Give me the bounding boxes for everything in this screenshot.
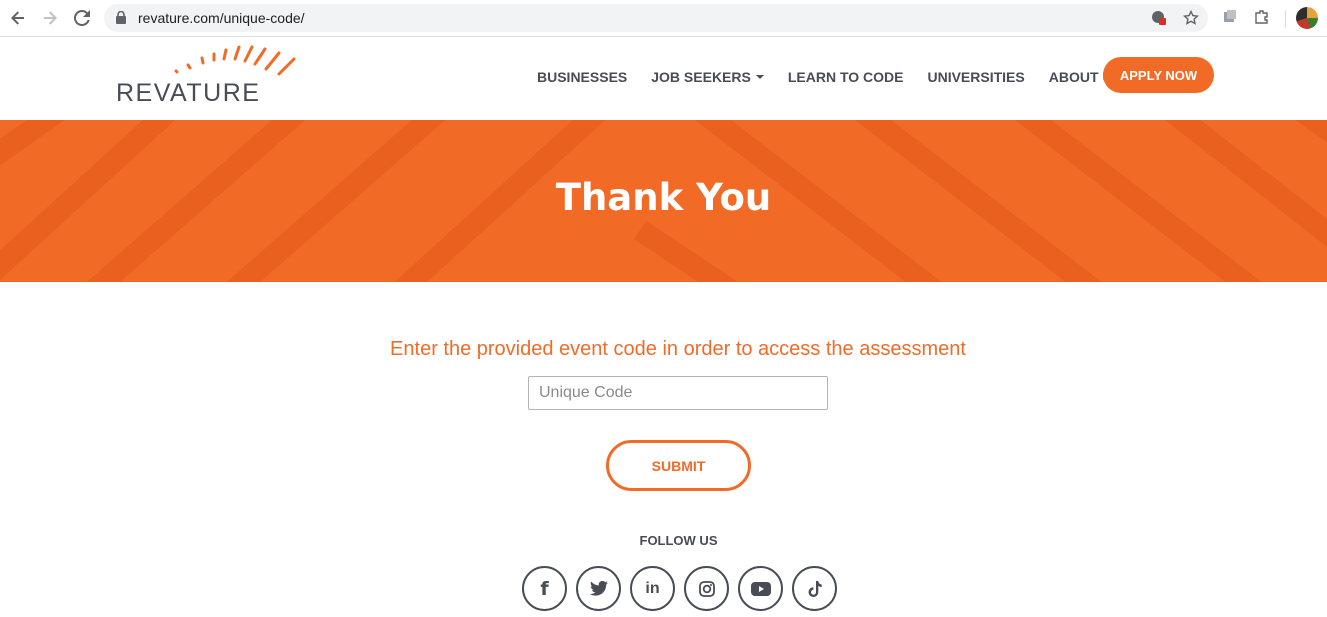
twitter-link[interactable] [576, 566, 621, 611]
facebook-link[interactable]: f [522, 566, 567, 611]
apply-now-button[interactable]: APPLY NOW [1103, 57, 1214, 93]
linkedin-link[interactable]: in [630, 566, 675, 611]
nav-businesses[interactable]: BUSINESSES [537, 69, 627, 85]
profile-avatar[interactable] [1296, 7, 1318, 29]
nav-label: BUSINESSES [537, 69, 628, 85]
nav-label: JOB SEEKERS [651, 69, 751, 85]
extension-icon[interactable] [1222, 9, 1240, 27]
address-bar[interactable]: revature.com/unique-code/ [104, 4, 1208, 32]
caret-down-icon [755, 75, 764, 79]
url-text: revature.com/unique-code/ [138, 10, 305, 26]
follow-us-label: FOLLOW US [639, 533, 718, 548]
nav-label: UNIVERSITIES [927, 69, 1025, 85]
revature-logo[interactable]: REVATURE [114, 41, 304, 107]
instagram-icon [698, 580, 715, 597]
youtube-icon [750, 581, 771, 596]
bookmark-star-icon[interactable] [1182, 9, 1200, 27]
reload-icon[interactable] [70, 6, 94, 30]
submit-button[interactable]: SUBMIT [606, 440, 751, 491]
youtube-link[interactable] [738, 566, 783, 611]
tiktok-icon [808, 580, 822, 597]
tiktok-link[interactable] [792, 566, 837, 611]
browser-toolbar: revature.com/unique-code/ [0, 0, 1327, 37]
logo-wordmark: REVATURE [116, 79, 261, 107]
hero-banner: Thank You [0, 120, 1327, 282]
translate-icon[interactable] [1150, 9, 1168, 27]
instagram-link[interactable] [684, 566, 729, 611]
site-header: REVATURE BUSINESSES JOB SEEKERS LEARN TO… [0, 37, 1327, 120]
main-nav: BUSINESSES JOB SEEKERS LEARN TO CODE UNI… [537, 69, 1159, 85]
nav-job-seekers[interactable]: JOB SEEKERS [651, 69, 764, 85]
lock-icon [116, 10, 126, 29]
logo-rays-icon [174, 45, 296, 76]
nav-label: LEARN TO CODE [787, 69, 904, 85]
unique-code-input[interactable] [528, 376, 828, 410]
linkedin-icon: in [645, 579, 660, 597]
page-title: Thank You [555, 176, 772, 219]
social-links: f in [522, 566, 846, 611]
back-icon[interactable] [6, 6, 30, 30]
extension-puzzle-icon[interactable] [1254, 9, 1272, 27]
form-prompt: Enter the provided event code in order t… [390, 338, 966, 360]
nav-learn-to-code[interactable]: LEARN TO CODE [788, 69, 904, 85]
nav-universities[interactable]: UNIVERSITIES [927, 69, 1024, 85]
twitter-icon [589, 581, 608, 596]
toolbar-divider [1285, 10, 1286, 28]
facebook-icon: f [540, 577, 549, 600]
forward-icon[interactable] [38, 6, 62, 30]
